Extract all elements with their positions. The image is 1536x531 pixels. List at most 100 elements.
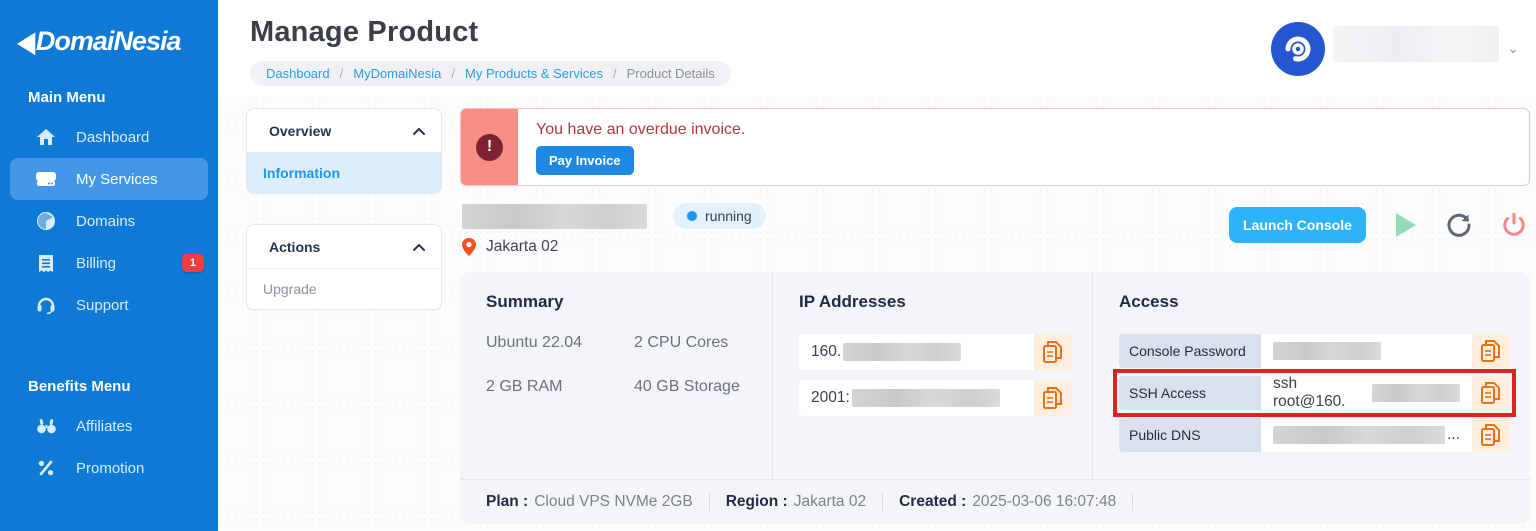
public-dns-ellipsis: ...: [1447, 426, 1460, 443]
summary-storage: 40 GB Storage: [634, 378, 740, 395]
copy-icon: [1480, 382, 1500, 404]
server-location: Jakarta 02: [486, 238, 559, 255]
status-badge: running: [673, 203, 766, 229]
copy-public-dns-button[interactable]: [1471, 418, 1510, 452]
breadcrumb-product-details: Product Details: [626, 66, 715, 81]
sidebar-item-dashboard[interactable]: Dashboard: [0, 116, 218, 158]
sidebar-item-domains[interactable]: Domains: [0, 200, 218, 242]
sidebar-item-affiliates[interactable]: Affiliates: [0, 405, 218, 447]
actions-panel-header[interactable]: Actions: [247, 225, 441, 269]
created-info: Created : 2025-03-06 16:07:48: [883, 493, 1134, 511]
sidebar-item-label: Support: [76, 296, 129, 314]
status-dot-icon: [687, 211, 697, 221]
copy-console-password-button[interactable]: [1471, 334, 1510, 368]
redacted-server-name: [462, 203, 647, 229]
ssh-access-label: SSH Access: [1119, 376, 1261, 410]
copy-ssh-access-button[interactable]: [1471, 376, 1510, 410]
ipv6-value: 2001:: [799, 380, 1034, 416]
redacted-ssh-host: [1371, 384, 1460, 402]
ip-addresses-section: IP Addresses 160. 2001:: [772, 272, 1092, 479]
globe-icon: [36, 211, 56, 231]
upgrade-action[interactable]: Upgrade: [247, 269, 441, 309]
exclamation-icon: !: [476, 133, 503, 161]
sidebar-item-label: Billing: [76, 254, 117, 272]
refresh-icon: [1447, 213, 1471, 237]
copy-ipv4-button[interactable]: [1034, 334, 1072, 370]
breadcrumb-separator: /: [613, 66, 617, 81]
headset-icon: [36, 295, 56, 315]
summary-ram: 2 GB RAM: [486, 378, 563, 395]
user-menu[interactable]: ⌄: [1271, 16, 1519, 96]
redacted-ipv6: [851, 389, 1000, 407]
overdue-invoice-alert: ! You have an overdue invoice. Pay Invoi…: [460, 108, 1530, 186]
server-icon: [36, 169, 56, 189]
ipv6-row: 2001:: [799, 380, 1072, 416]
sidebar-item-billing[interactable]: Billing 1: [0, 242, 218, 284]
server-summary-row: running Jakarta 02 Launch Console: [460, 186, 1530, 256]
logo-triangle-icon: ◀: [18, 25, 35, 57]
redacted-username: [1333, 26, 1500, 62]
plan-value: Cloud VPS NVMe 2GB: [534, 493, 693, 510]
status-label: running: [705, 208, 752, 224]
region-value: Jakarta 02: [793, 493, 867, 510]
start-server-button[interactable]: [1395, 213, 1416, 237]
summary-section: Summary Ubuntu 22.04 2 CPU Cores 2 GB RA…: [460, 272, 772, 479]
binoculars-icon: [36, 416, 56, 436]
details-card: Summary Ubuntu 22.04 2 CPU Cores 2 GB RA…: [460, 272, 1530, 524]
region-label: Region :: [725, 493, 788, 510]
sidebar-item-label: Promotion: [76, 459, 145, 477]
region-info: Region : Jakarta 02: [710, 493, 884, 511]
redacted-public-dns: [1273, 426, 1445, 444]
main-menu-heading: Main Menu: [28, 89, 106, 106]
redacted-ipv4: [843, 343, 962, 361]
sidebar-item-label: Affiliates: [76, 417, 133, 435]
console-password-value: [1261, 334, 1472, 368]
summary-heading: Summary: [486, 292, 564, 311]
sidebar-item-my-services[interactable]: My Services: [10, 158, 208, 200]
alert-strip: !: [461, 109, 518, 185]
product-detail-column: ! You have an overdue invoice. Pay Invoi…: [460, 108, 1530, 531]
plan-footer: Plan : Cloud VPS NVMe 2GB Region : Jakar…: [460, 479, 1530, 524]
top-bar: Manage Product Dashboard / MyDomaiNesia …: [218, 0, 1536, 96]
restart-server-button[interactable]: [1446, 212, 1472, 238]
content-region: Overview Information Actions Upgrade ! Y…: [218, 96, 1536, 531]
actions-panel: Actions Upgrade: [246, 224, 442, 310]
ipv4-row: 160.: [799, 334, 1072, 370]
sidebar-item-promotion[interactable]: Promotion: [0, 447, 218, 489]
ssh-visible-text: ssh root@160.: [1273, 375, 1346, 410]
chevron-up-icon: [413, 127, 425, 135]
console-password-row: Console Password: [1119, 334, 1510, 368]
information-tab[interactable]: Information: [247, 153, 441, 193]
breadcrumb: Dashboard / MyDomaiNesia / My Products &…: [250, 61, 731, 86]
sidebar-item-label: Domains: [76, 212, 136, 230]
billing-count-badge: 1: [181, 254, 204, 272]
page-title: Manage Product: [250, 16, 479, 48]
overview-panel-header[interactable]: Overview: [247, 109, 441, 153]
copy-icon: [1043, 387, 1062, 409]
copy-icon: [1480, 424, 1500, 446]
sidebar-item-support[interactable]: Support: [0, 284, 218, 326]
launch-console-button[interactable]: Launch Console: [1229, 207, 1366, 243]
breadcrumb-my-products-services[interactable]: My Products & Services: [465, 66, 603, 81]
overview-panel: Overview Information: [246, 108, 442, 194]
public-dns-row: Public DNS ...: [1119, 418, 1510, 452]
power-icon: [1503, 213, 1525, 236]
public-dns-label: Public DNS: [1119, 418, 1261, 452]
chevron-up-icon: [413, 243, 425, 251]
access-heading: Access: [1119, 292, 1179, 311]
sidebar-item-label: Dashboard: [76, 128, 150, 146]
breadcrumb-dashboard[interactable]: Dashboard: [266, 66, 330, 81]
server-actions: Launch Console: [1229, 203, 1526, 243]
console-password-label: Console Password: [1119, 334, 1261, 368]
domainesia-logo[interactable]: ◀ DomaiNesia: [0, 18, 218, 75]
shutdown-server-button[interactable]: [1502, 213, 1526, 237]
pay-invoice-button[interactable]: Pay Invoice: [536, 146, 634, 175]
ssh-access-row: SSH Access ssh root@160.: [1113, 369, 1516, 417]
copy-icon: [1043, 341, 1062, 363]
chevron-down-icon[interactable]: ⌄: [1507, 40, 1519, 57]
main-area: Manage Product Dashboard / MyDomaiNesia …: [218, 0, 1536, 531]
copy-ipv6-button[interactable]: [1034, 380, 1072, 416]
summary-cpu: 2 CPU Cores: [634, 334, 729, 351]
breadcrumb-mydomainesia[interactable]: MyDomaiNesia: [353, 66, 441, 81]
alert-message: You have an overdue invoice.: [536, 121, 746, 138]
